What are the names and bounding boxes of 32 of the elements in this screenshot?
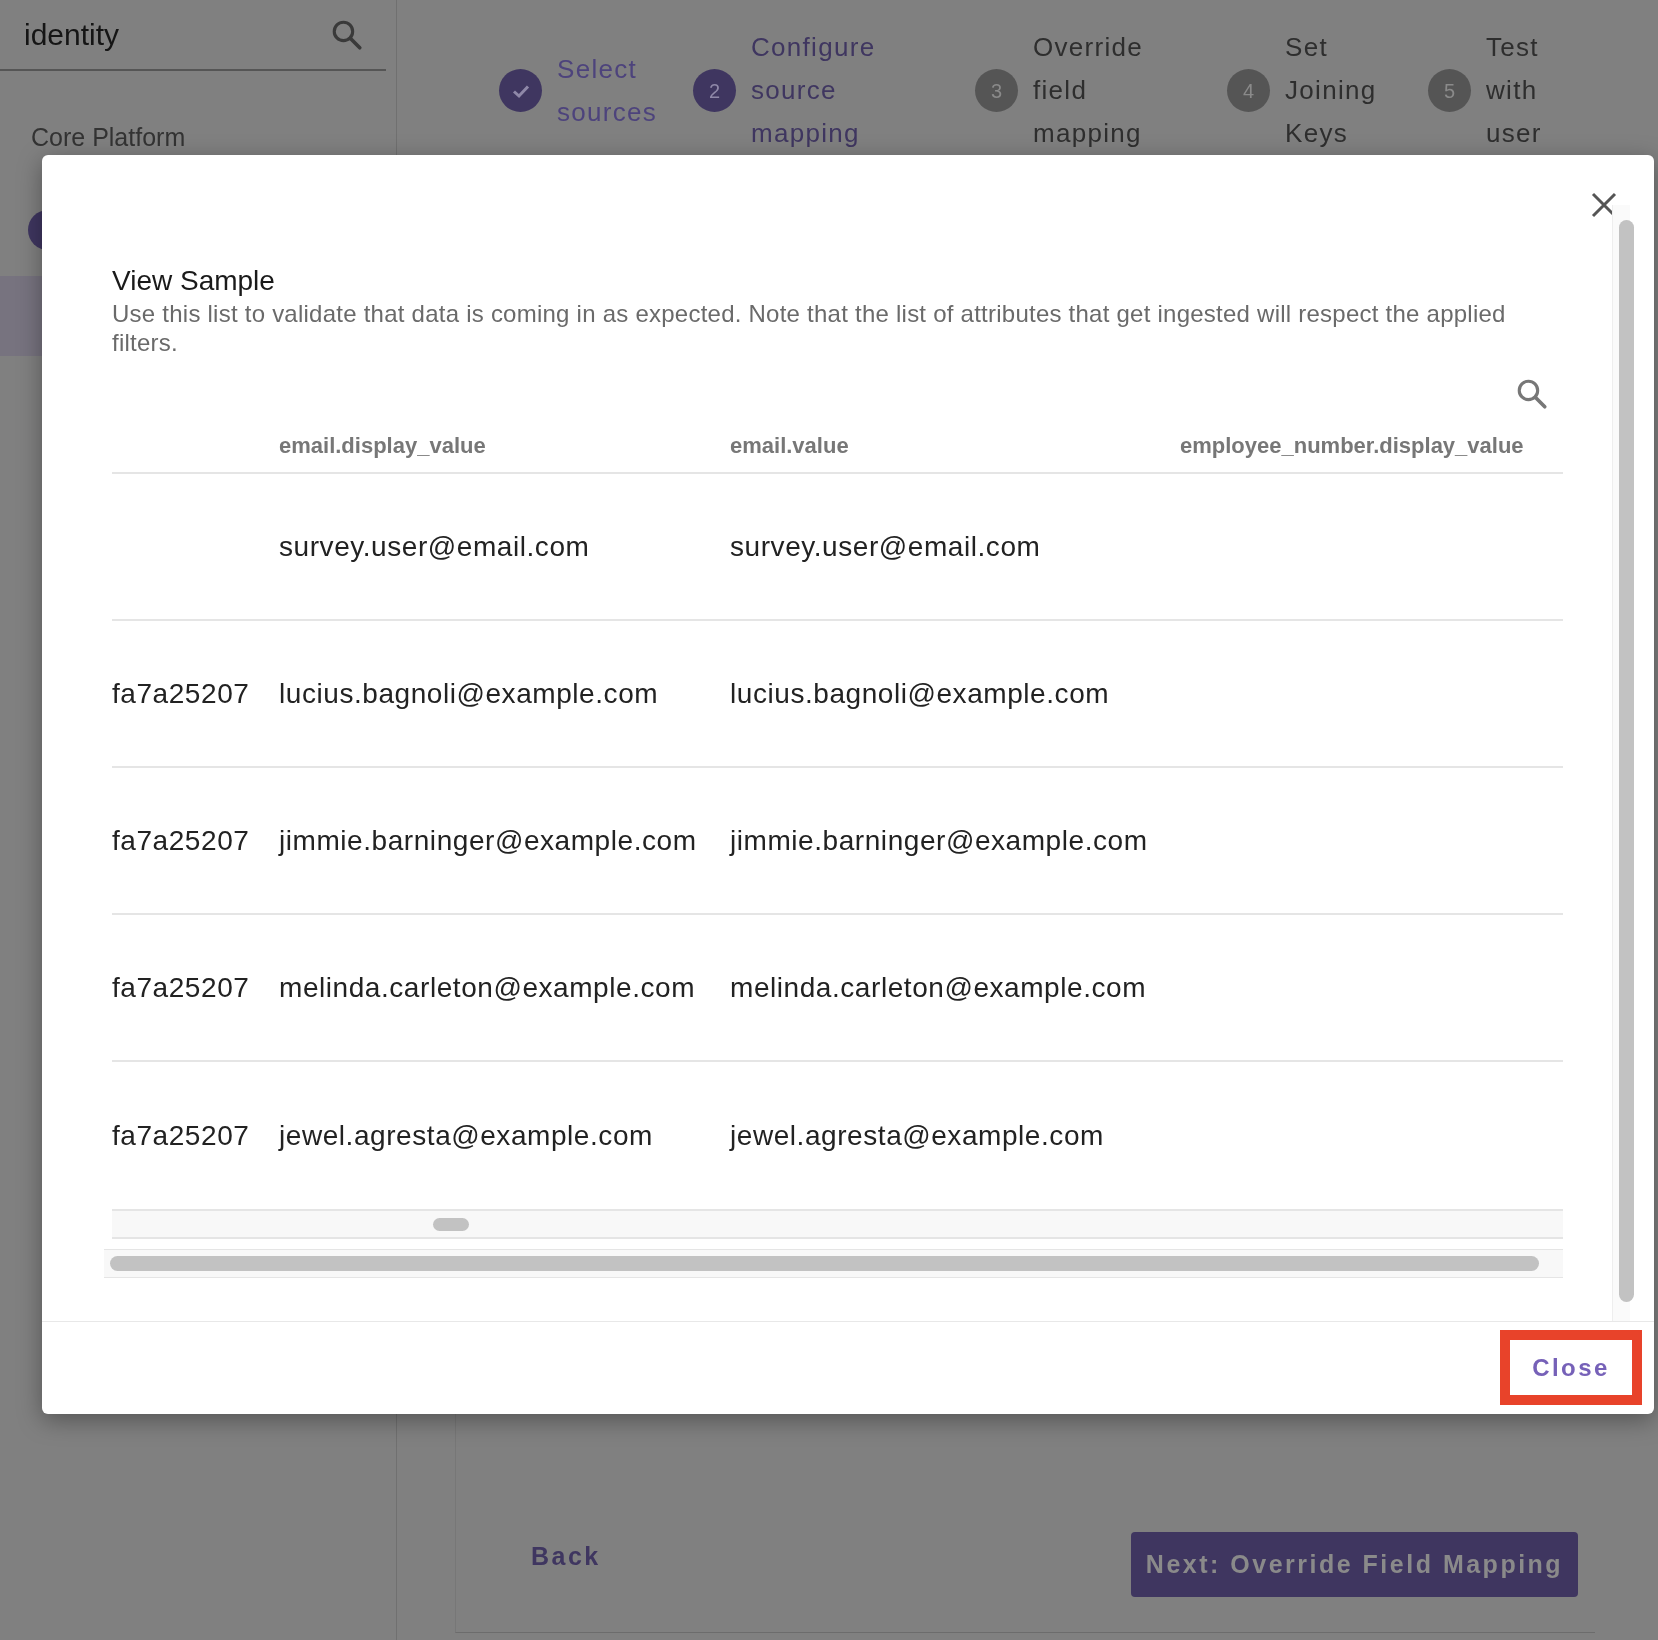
table-cell: lucius.bagnoli@example.com xyxy=(279,677,659,709)
table-cell: jewel.agresta@example.com xyxy=(279,1119,653,1151)
table-cell: jewel.agresta@example.com xyxy=(730,1119,1104,1151)
table-cell: fa7a25207 xyxy=(112,1119,250,1151)
column-header: employee_number.display_value xyxy=(1180,433,1524,458)
table-cell: survey.user@email.com xyxy=(279,530,590,562)
table-cell: melinda.carleton@example.com xyxy=(730,971,1147,1003)
next-button[interactable]: Next: Override Field Mapping xyxy=(1131,1532,1578,1597)
column-header: email.display_value xyxy=(279,433,486,458)
table-cell: fa7a25207 xyxy=(112,824,250,856)
table-cell: fa7a25207 xyxy=(112,677,250,709)
table-cell: jimmie.barninger@example.com xyxy=(730,824,1148,856)
search-icon[interactable] xyxy=(1515,377,1549,411)
table-cell: survey.user@email.com xyxy=(730,530,1041,562)
search-field[interactable]: identity xyxy=(24,12,120,57)
dialog-description: Use this list to validate that data is coming in as expected. Note that the list of attributes that get ingested will respect the applied filters. xyxy=(112,299,1507,357)
table-cell: jimmie.barninger@example.com xyxy=(279,824,697,856)
table-cell: fa7a25207 xyxy=(112,971,250,1003)
close-icon[interactable] xyxy=(1591,192,1617,218)
step-number: 2 xyxy=(693,69,736,112)
close-button[interactable]: Close xyxy=(1510,1340,1632,1395)
step-label[interactable]: Select sources xyxy=(557,47,658,134)
table-cell: lucius.bagnoli@example.com xyxy=(730,677,1110,709)
column-header: email.value xyxy=(730,433,849,458)
section-heading: Core Platform xyxy=(31,122,187,153)
step-label[interactable]: Set Joining Keys xyxy=(1285,26,1377,155)
table-cell: melinda.carleton@example.com xyxy=(279,971,696,1003)
step-label[interactable]: Configure source mapping xyxy=(751,26,876,155)
back-button[interactable]: Back xyxy=(531,1537,601,1575)
dialog-title: View Sample xyxy=(112,265,276,297)
step-label[interactable]: Override field mapping xyxy=(1033,26,1144,155)
step-label[interactable]: Test with user xyxy=(1486,26,1542,155)
